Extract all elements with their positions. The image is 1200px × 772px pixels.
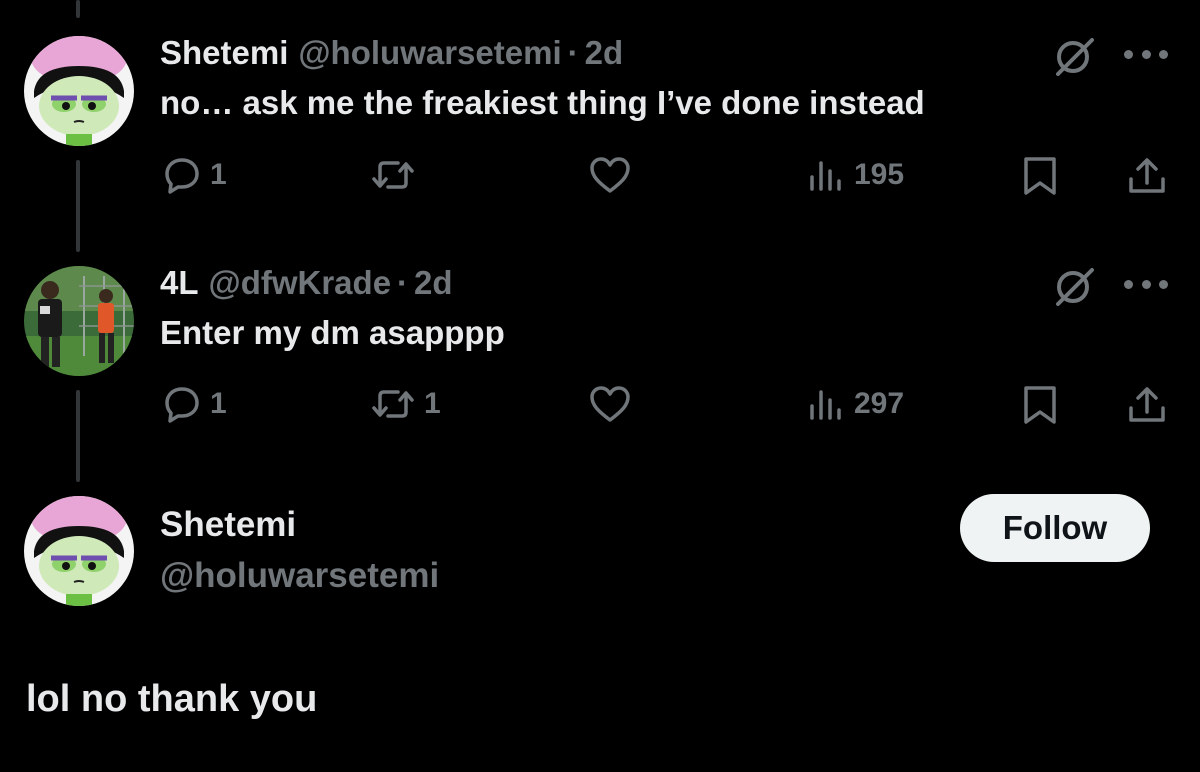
reply-button[interactable]: 1: [162, 155, 227, 195]
like-button[interactable]: [588, 155, 632, 195]
post-text: lol no thank you: [26, 678, 318, 720]
tweet-text: no… ask me the freakiest thing I’ve done…: [160, 84, 925, 121]
views-icon: [810, 390, 841, 420]
bookmark-button[interactable]: [1020, 384, 1060, 426]
photo-avatar: [24, 266, 134, 376]
share-button[interactable]: [1126, 155, 1168, 197]
avatar[interactable]: [24, 266, 134, 376]
cartoon-buttercup-avatar: [24, 36, 134, 146]
bookmark-button[interactable]: [1020, 155, 1060, 197]
reply-count: 1: [210, 387, 227, 420]
author-name[interactable]: Shetemi: [160, 34, 288, 72]
view-count: 297: [854, 387, 905, 420]
repost-button[interactable]: 1: [370, 384, 441, 424]
reply-icon: [165, 158, 199, 194]
like-button[interactable]: [588, 384, 632, 424]
more-icon[interactable]: [1124, 48, 1168, 60]
views-button[interactable]: 195: [806, 155, 904, 195]
timestamp[interactable]: 2d: [414, 264, 453, 302]
views-button[interactable]: 297: [806, 384, 904, 424]
follow-button[interactable]: Follow: [960, 494, 1150, 562]
avatar[interactable]: [24, 36, 134, 146]
author-name[interactable]: 4L: [160, 264, 199, 302]
heart-icon: [590, 157, 630, 193]
views-icon: [810, 161, 841, 191]
thread-line-top: [76, 0, 80, 18]
separator: ·: [567, 34, 579, 71]
share-button[interactable]: [1126, 384, 1168, 426]
profile-name[interactable]: Shetemi: [160, 505, 296, 545]
bookmark-icon: [1024, 157, 1056, 195]
profile-handle[interactable]: @holuwarsetemi: [160, 556, 439, 596]
reply-button[interactable]: 1: [162, 384, 227, 424]
grok-icon[interactable]: [1052, 264, 1096, 308]
heart-icon: [590, 386, 630, 422]
reply-count: 1: [210, 158, 227, 191]
tweet-header: Shetemi @holuwarsetemi · 2d: [160, 34, 623, 74]
repost-icon: [372, 161, 414, 189]
cartoon-buttercup-avatar: [24, 496, 134, 606]
author-handle[interactable]: @holuwarsetemi: [298, 34, 561, 72]
repost-icon: [372, 390, 414, 418]
repost-count: 1: [424, 387, 441, 420]
tweet-header: 4L @dfwKrade · 2d: [160, 264, 453, 304]
grok-icon[interactable]: [1052, 34, 1096, 78]
avatar[interactable]: [24, 496, 134, 606]
timestamp[interactable]: 2d: [585, 34, 624, 72]
thread-line-1: [76, 160, 80, 252]
reply-icon: [165, 387, 199, 423]
author-handle[interactable]: @dfwKrade: [209, 264, 392, 302]
more-icon[interactable]: [1124, 278, 1168, 290]
tweet-text: Enter my dm asapppp: [160, 314, 505, 351]
share-icon: [1129, 387, 1165, 422]
thread-line-2: [76, 390, 80, 482]
separator: ·: [397, 264, 409, 301]
share-icon: [1129, 158, 1165, 193]
view-count: 195: [854, 158, 905, 191]
repost-button[interactable]: [370, 155, 424, 195]
bookmark-icon: [1024, 386, 1056, 424]
